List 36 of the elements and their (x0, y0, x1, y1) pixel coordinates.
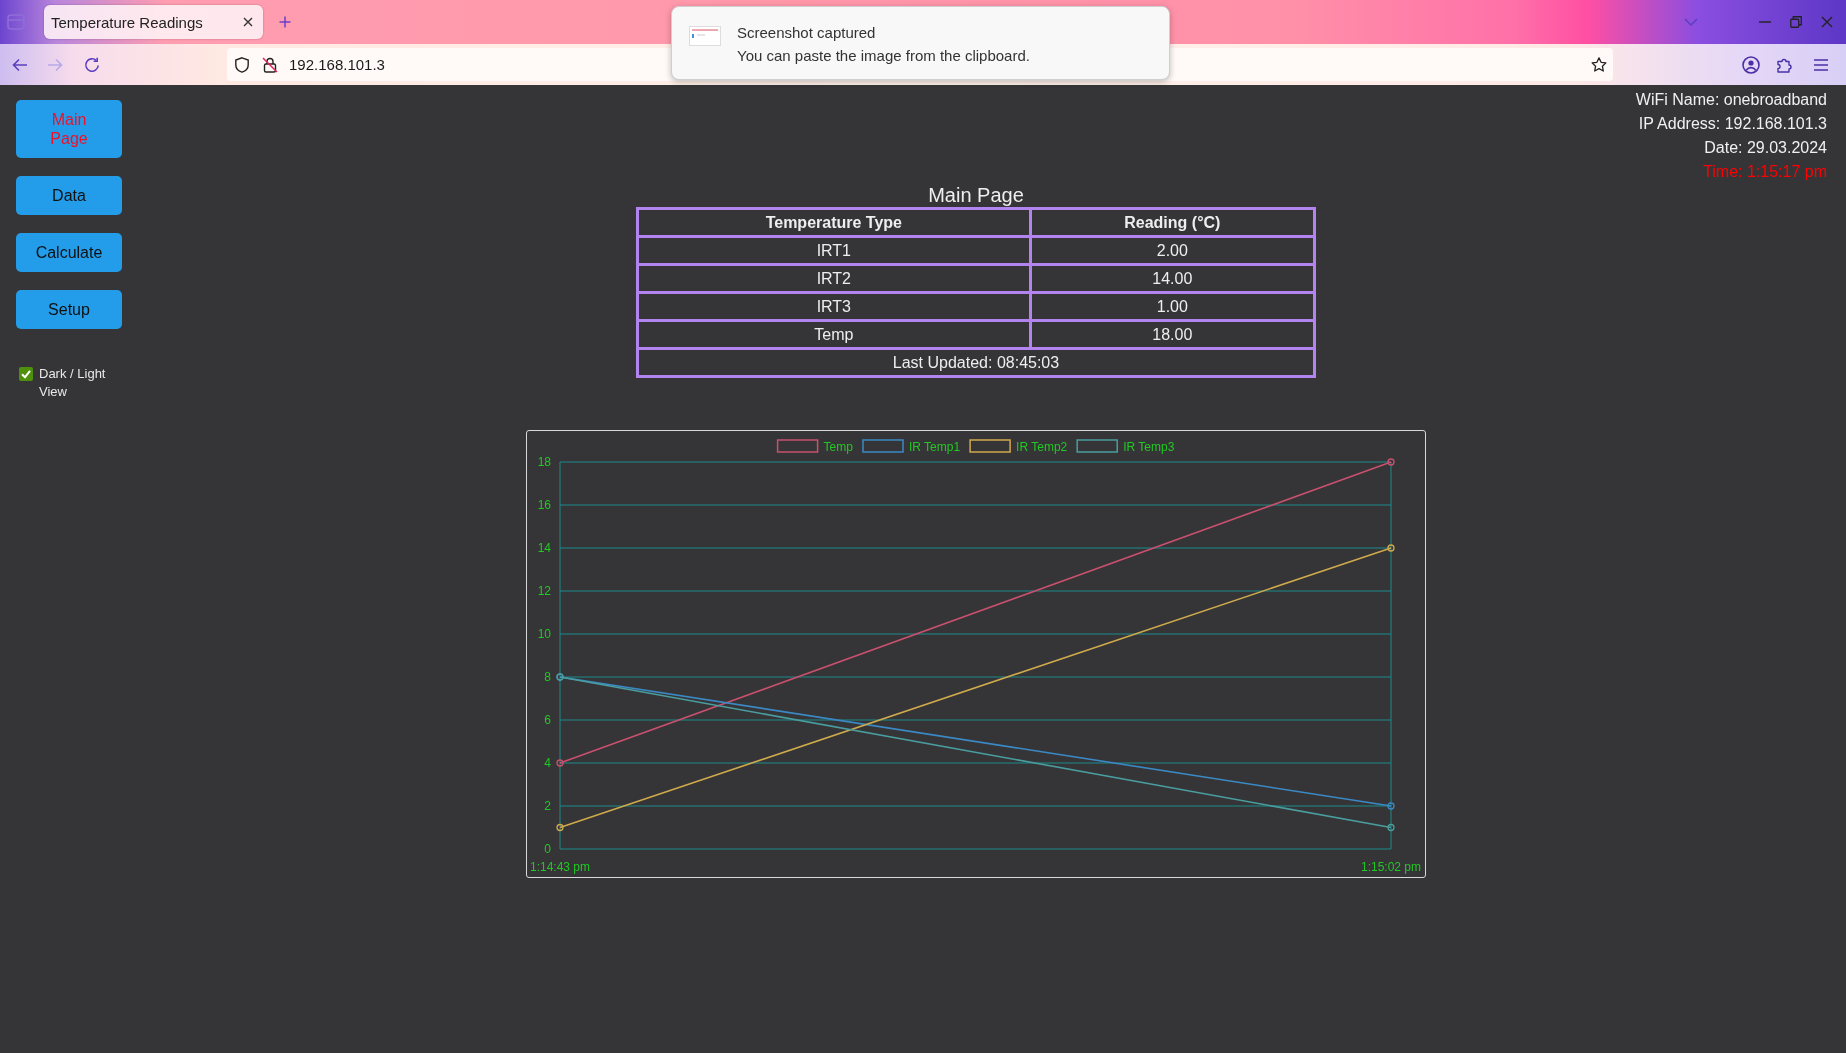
table-cell: IRT3 (637, 292, 1031, 321)
legend-label: IR Temp3 (1123, 439, 1175, 454)
y-axis-label: 2 (544, 799, 551, 813)
table-cell: 2.00 (1030, 236, 1315, 265)
column-header: Temperature Type (637, 208, 1031, 237)
legend-label: Temp (823, 439, 853, 454)
last-updated-cell: Last Updated: 08:45:03 (637, 348, 1315, 377)
table-cell: 1.00 (1030, 292, 1315, 321)
toggle-label: Dark / Light View (39, 365, 107, 401)
x-axis-label: 1:15:02 pm (1361, 860, 1421, 874)
y-axis-label: 16 (537, 498, 551, 512)
wifi-name-text: WiFi Name: onebroadband (1635, 90, 1827, 110)
date-text: Date: 29.03.2024 (1704, 138, 1827, 158)
table-cell: IRT1 (637, 236, 1031, 265)
table-cell: IRT2 (637, 264, 1031, 293)
y-axis-label: 0 (544, 842, 551, 856)
y-axis-label: 12 (537, 584, 551, 598)
x-axis-label: 1:14:43 pm (530, 860, 590, 874)
y-axis-label: 8 (544, 670, 551, 684)
ip-address-text: IP Address: 192.168.101.3 (1638, 114, 1827, 134)
page-title: Main Page (928, 184, 1024, 206)
column-header: Reading (°C) (1030, 208, 1315, 237)
notification-message: You can paste the image from the clipboard. (737, 46, 1030, 66)
url-text: 192.168.101.3 (289, 56, 385, 73)
legend-label: IR Temp2 (1016, 439, 1068, 454)
y-axis-label: 6 (544, 713, 551, 727)
y-axis-label: 10 (537, 627, 551, 641)
table-cell: Temp (637, 320, 1031, 349)
notification-title: Screenshot captured (737, 23, 876, 43)
table-cell: 14.00 (1030, 264, 1315, 293)
y-axis-label: 18 (537, 455, 551, 469)
table-cell: 18.00 (1030, 320, 1315, 349)
legend-label: IR Temp1 (909, 439, 961, 454)
y-axis-label: 14 (537, 541, 551, 555)
time-text: Time: 1:15:17 pm (1703, 162, 1827, 182)
y-axis-label: 4 (544, 756, 551, 770)
